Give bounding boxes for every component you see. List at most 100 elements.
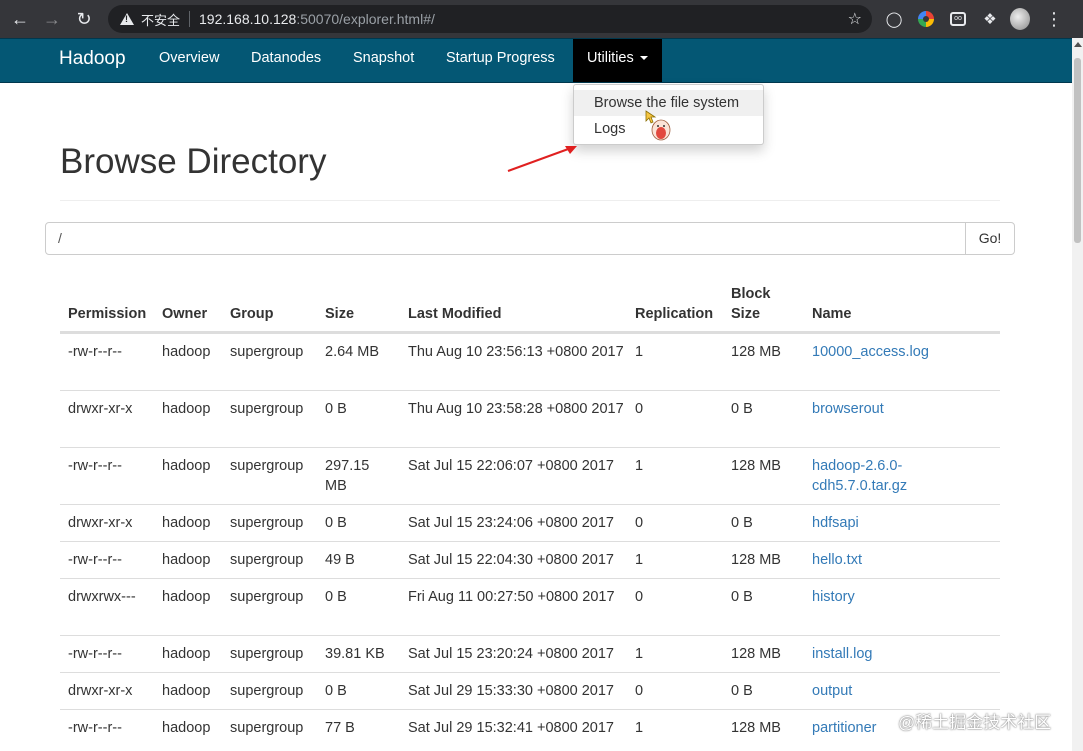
navbar: Hadoop Overview Datanodes Snapshot Start… [0,38,1072,83]
header-replication: Replication [635,306,714,322]
cell-last-modified: Thu Aug 10 23:56:13 +0800 2017 [408,344,624,360]
header-permission: Permission [68,306,147,322]
puzzle-icon[interactable]: ❖ [980,9,1000,29]
header-owner: Owner [162,306,208,322]
cursor-mascot-icon [645,110,671,141]
header-group: Group [230,306,274,322]
table-row: drwxr-xr-x hadoop supergroup 0 B Sat Jul 29 … [60,672,1000,709]
scroll-up-icon[interactable] [1074,42,1082,47]
cell-block-size: 128 MB [731,458,781,474]
file-name-link[interactable]: install.log [812,644,962,664]
cell-replication: 1 [635,552,644,568]
cell-size: 0 B [325,401,347,417]
cell-group: supergroup [230,720,304,736]
table-row: -rw-r--r-- hadoop supergroup 2.64 MB Thu Aug… [60,333,1000,390]
back-arrow-icon[interactable]: ← [6,5,34,33]
nav-datanodes[interactable]: Datanodes [251,39,321,82]
cell-last-modified: Sat Jul 15 22:04:30 +0800 2017 [408,552,614,568]
cell-block-size: 128 MB [731,646,781,662]
cell-size: 2.64 MB [325,344,379,360]
omnibox-divider [189,11,191,27]
cell-replication: 1 [635,458,644,474]
nav-utilities-label: Utilities [587,50,634,66]
path-input[interactable]: / [45,222,966,255]
cell-owner: hadoop [162,683,211,699]
cell-group: supergroup [230,344,304,360]
file-name-link[interactable]: hello.txt [812,550,962,570]
cell-replication: 1 [635,720,644,736]
star-icon[interactable]: ☆ [848,9,862,29]
nav-utilities[interactable]: Utilities [573,39,662,82]
file-name-link[interactable]: hdfsapi [812,513,962,533]
extension-box-icon[interactable]: oo [948,9,968,29]
cell-last-modified: Sat Jul 15 23:24:06 +0800 2017 [408,515,614,531]
cell-group: supergroup [230,401,304,417]
cell-permission: -rw-r--r-- [68,552,122,568]
table-row: -rw-r--r-- hadoop supergroup 77 B Sat Jul 29… [60,709,1000,746]
cell-last-modified: Thu Aug 10 23:58:28 +0800 2017 [408,401,624,417]
address-bar[interactable]: 不安全 192.168.10.128:50070/explorer.html#/… [108,5,872,33]
file-name-link[interactable]: history [812,587,962,607]
cell-size: 0 B [325,683,347,699]
vertical-scrollbar[interactable] [1072,38,1083,751]
red-arrow-annotation [507,146,577,172]
cell-owner: hadoop [162,720,211,736]
cell-last-modified: Sat Jul 15 22:06:07 +0800 2017 [408,458,614,474]
nav-startup-progress[interactable]: Startup Progress [446,39,555,82]
cell-permission: -rw-r--r-- [68,720,122,736]
page-viewport: Hadoop Overview Datanodes Snapshot Start… [0,38,1072,751]
cell-permission: drwxr-xr-x [68,515,133,531]
reload-icon[interactable]: ↻ [70,5,98,33]
cell-replication: 0 [635,683,644,699]
header-name: Name [812,306,852,322]
cell-group: supergroup [230,589,304,605]
title-divider [60,200,1000,201]
cell-size: 77 B [325,720,355,736]
avatar-icon[interactable] [1010,8,1030,30]
header-size: Size [325,306,355,322]
cell-owner: hadoop [162,401,211,417]
cell-size: 0 B [325,589,347,605]
file-name-link[interactable]: browserout [812,399,962,419]
cell-owner: hadoop [162,552,211,568]
page-title: Browse Directory [60,142,327,181]
url-path: :50070/explorer.html#/ [296,11,435,27]
cell-block-size: 128 MB [731,720,781,736]
go-button[interactable]: Go! [965,222,1015,255]
cell-permission: -rw-r--r-- [68,344,122,360]
cell-permission: -rw-r--r-- [68,458,122,474]
kebab-menu-icon[interactable]: ⋮ [1044,9,1064,29]
cell-last-modified: Sat Jul 15 23:20:24 +0800 2017 [408,646,614,662]
nav-snapshot[interactable]: Snapshot [353,39,414,82]
forward-arrow-icon[interactable]: → [38,5,66,33]
cell-last-modified: Sat Jul 29 15:33:30 +0800 2017 [408,683,614,699]
color-ring-icon[interactable] [916,9,936,29]
cell-block-size: 128 MB [731,552,781,568]
header-block-size: Block Size [731,286,771,322]
cell-group: supergroup [230,458,304,474]
table-row: -rw-r--r-- hadoop supergroup 39.81 KB Sat Ju… [60,635,1000,672]
watermark: @稀土掘金技术社区 [898,713,1052,732]
cell-replication: 1 [635,646,644,662]
caret-down-icon [639,56,648,61]
security-label: 不安全 [141,12,181,28]
table-row: drwxrwx--- hadoop supergroup 0 B Fri Aug 11 … [60,578,1000,635]
table-row: drwxr-xr-x hadoop supergroup 0 B Thu Aug 10 … [60,390,1000,447]
file-name-link[interactable]: output [812,681,962,701]
header-last-modified: Last Modified [408,306,502,322]
bulb-icon[interactable]: ◯ [884,9,904,29]
file-name-link[interactable]: hadoop-2.6.0-cdh5.7.0.tar.gz [812,456,962,496]
cell-permission: drwxr-xr-x [68,401,133,417]
cell-block-size: 0 B [731,683,753,699]
cell-owner: hadoop [162,344,211,360]
cell-group: supergroup [230,552,304,568]
cell-owner: hadoop [162,646,211,662]
cell-permission: drwxr-xr-x [68,683,133,699]
url-host: 192.168.10.128 [199,11,297,27]
cell-group: supergroup [230,683,304,699]
navbar-brand[interactable]: Hadoop [59,48,126,70]
file-name-link[interactable]: 10000_access.log [812,342,962,362]
nav-overview[interactable]: Overview [159,39,219,82]
scrollbar-thumb[interactable] [1074,58,1081,243]
cell-replication: 0 [635,401,644,417]
